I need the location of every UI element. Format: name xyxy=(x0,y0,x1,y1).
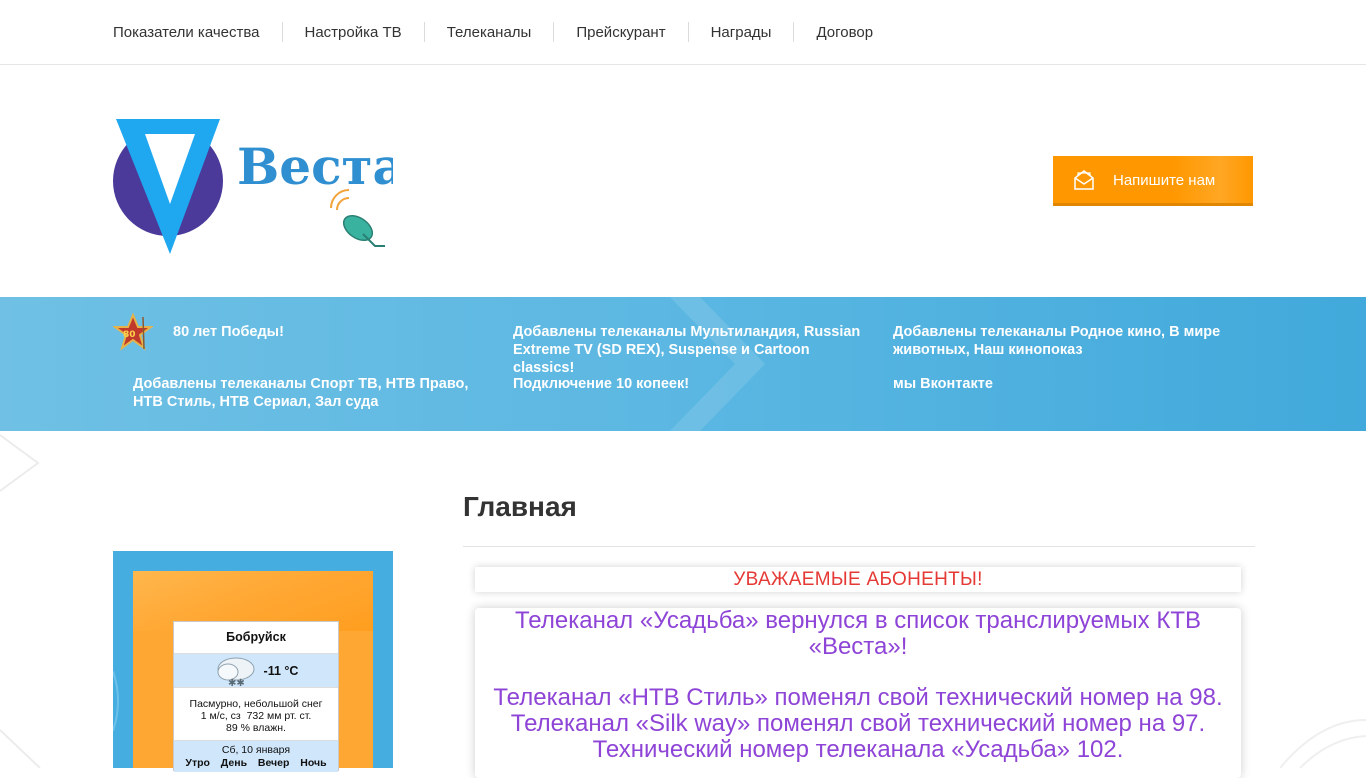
nav-divider xyxy=(687,22,689,42)
nav-link[interactable]: Договор xyxy=(816,24,873,41)
weather-temperature: -11 °С xyxy=(263,663,299,678)
victory-star-icon: 80 xyxy=(113,313,153,351)
news-link[interactable]: Добавлены телеканалы Родное кино, В мире… xyxy=(893,324,1220,358)
nav-divider xyxy=(423,22,425,42)
background-decoration-left xyxy=(0,434,41,768)
site-logo[interactable]: Веста xyxy=(113,112,405,254)
weather-informer[interactable]: Бобруйск ✱✱ -11 °С Пасмурно, небольшой с… xyxy=(173,621,339,772)
nav-link[interactable]: Настройка ТВ xyxy=(305,24,402,41)
weather-wind: 1 м/с, сз xyxy=(200,710,241,722)
svg-text:80: 80 xyxy=(123,330,136,340)
weather-date: Сб, 10 января xyxy=(221,744,291,756)
news-item[interactable]: 80 лет Победы! xyxy=(173,323,473,341)
cloud-snow-icon: ✱✱ xyxy=(217,657,255,688)
logo-text: Веста xyxy=(237,137,393,196)
weather-details: Пасмурно, небольшой снег 1 м/с, сз 732 м… xyxy=(174,688,338,740)
news-item[interactable]: мы Вконтакте xyxy=(893,375,1233,393)
news-item[interactable]: Добавлены телеканалы Родное кино, В мире… xyxy=(893,323,1233,359)
title-divider xyxy=(463,546,1255,547)
notice-line: Телеканал «Silk way» поменял свой технич… xyxy=(510,710,1206,737)
nav-link[interactable]: Телеканалы xyxy=(447,24,532,41)
news-link[interactable]: Добавлены телеканалы Спорт ТВ, НТВ Право… xyxy=(133,376,468,410)
notice-spacer xyxy=(475,660,1241,685)
news-link[interactable]: 80 лет Победы! xyxy=(173,324,284,340)
news-ticker-band: 80 лет Победы! Добавлены телеканалы Муль… xyxy=(0,297,1366,431)
nav-item-quality[interactable]: Показатели качества xyxy=(113,22,305,42)
weather-description: Пасмурно, небольшой снег xyxy=(189,698,323,710)
weather-current: ✱✱ -11 °С xyxy=(174,654,338,688)
satellite-dish-icon xyxy=(330,189,385,247)
nav-item-price-list[interactable]: Прейскурант xyxy=(576,22,710,42)
top-navigation: Показатели качества Настройка ТВ Телекан… xyxy=(0,0,1366,65)
notice-box: Телеканал «Усадьба» вернулся в список тр… xyxy=(475,608,1241,778)
nav-link[interactable]: Награды xyxy=(711,24,772,41)
nav-link[interactable]: Показатели качества xyxy=(113,24,260,41)
nav-item-channels[interactable]: Телеканалы xyxy=(447,22,577,42)
nav-divider xyxy=(793,22,795,42)
logo-image: Веста xyxy=(113,119,405,254)
weather-pressure: 732 мм рт. ст. xyxy=(246,710,312,722)
news-link[interactable]: Добавлены телеканалы Мультиландия, Russi… xyxy=(513,324,860,376)
nav-item-tv-setup[interactable]: Настройка ТВ xyxy=(305,22,447,42)
daypart-night: Ночь xyxy=(300,757,327,769)
news-link[interactable]: мы Вконтакте xyxy=(893,376,993,392)
notice-line: Технический номер телеканала «Усадьба» 1… xyxy=(592,736,1124,763)
weather-humidity: 89 % влажн. xyxy=(226,722,286,734)
write-to-us-label: Напишите нам xyxy=(1113,172,1216,189)
news-item[interactable]: Подключение 10 копеек! xyxy=(513,375,873,393)
page-title: Главная xyxy=(463,491,577,522)
news-item[interactable]: Добавлены телеканалы Спорт ТВ, НТВ Право… xyxy=(133,375,478,411)
daypart-morning: Утро xyxy=(185,757,210,769)
weather-dayparts: Утро День Вечер Ночь xyxy=(174,757,338,769)
notice-line: Телеканал «Усадьба» вернулся в список тр… xyxy=(514,608,1201,660)
envelope-icon xyxy=(1074,170,1094,190)
daypart-evening: Вечер xyxy=(257,757,290,769)
svg-text:✱✱: ✱✱ xyxy=(228,678,245,688)
nav-item-contract[interactable]: Договор xyxy=(816,24,873,41)
nav-divider xyxy=(281,22,283,42)
background-decoration-right xyxy=(1280,719,1366,768)
notice-line: Телеканал «НТВ Стиль» поменял свой техни… xyxy=(493,684,1223,711)
nav-link[interactable]: Прейскурант xyxy=(576,24,665,41)
weather-forecast: Сб, 10 января Утро День Вечер Ночь xyxy=(174,740,338,772)
news-link[interactable]: Подключение 10 копеек! xyxy=(513,376,689,392)
widget-decoration xyxy=(113,670,119,732)
daypart-day: День xyxy=(220,757,248,769)
nav-divider xyxy=(553,22,555,42)
weather-wind-pressure: 1 м/с, сз 732 мм рт. ст. xyxy=(174,710,338,722)
notice-heading: УВАЖАЕМЫЕ АБОНЕНТЫ! xyxy=(475,567,1241,592)
write-to-us-button[interactable]: Напишите нам xyxy=(1053,156,1253,206)
nav-item-awards[interactable]: Награды xyxy=(711,22,817,42)
news-item[interactable]: Добавлены телеканалы Мультиландия, Russi… xyxy=(513,323,873,377)
weather-city: Бобруйск xyxy=(174,622,338,654)
